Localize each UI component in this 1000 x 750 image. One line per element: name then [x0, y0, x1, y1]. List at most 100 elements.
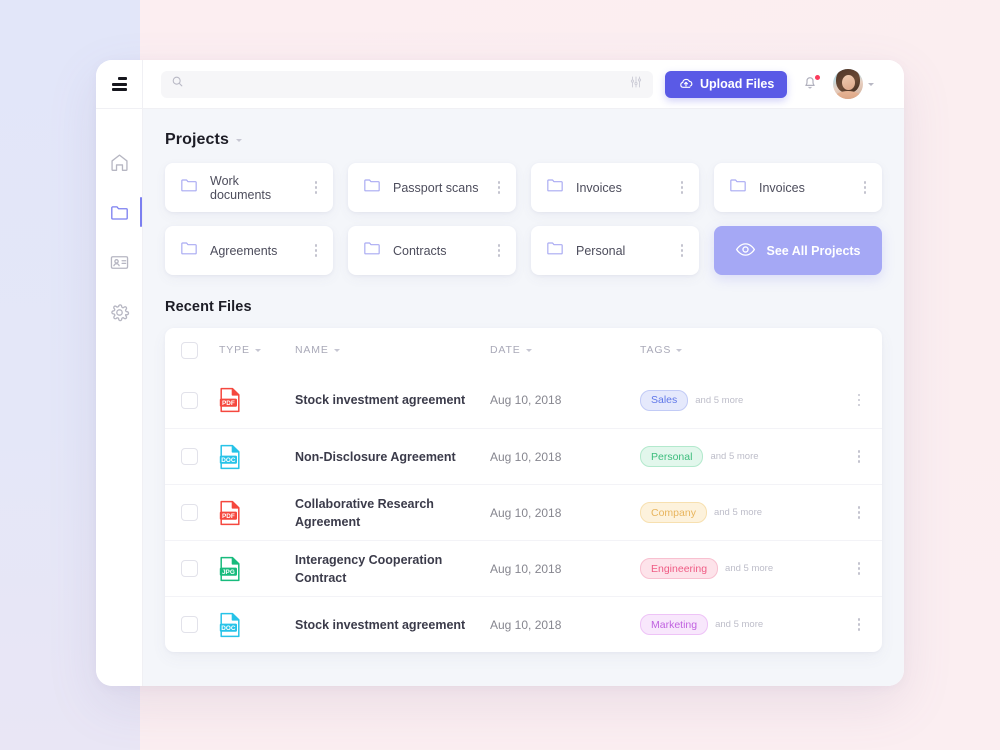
kebab-menu-icon[interactable] — [311, 177, 322, 198]
chevron-down-icon[interactable] — [525, 348, 532, 352]
sidebar-item-settings[interactable] — [96, 287, 142, 337]
upload-files-label: Upload Files — [700, 77, 775, 91]
kebab-menu-icon[interactable] — [854, 558, 865, 579]
row-checkbox[interactable] — [181, 391, 198, 409]
kebab-menu-icon[interactable] — [854, 390, 865, 411]
sidebar-item-home[interactable] — [96, 137, 142, 187]
file-date-cell: Aug 10, 2018 — [490, 391, 640, 409]
folder-icon — [728, 175, 748, 200]
status-badge[interactable]: Marketing — [640, 614, 709, 635]
project-card[interactable]: Personal — [531, 226, 699, 275]
chevron-down-icon[interactable] — [676, 348, 683, 352]
project-card[interactable]: Invoices — [714, 163, 882, 212]
search-input[interactable] — [192, 78, 621, 90]
kebab-menu-icon[interactable] — [854, 614, 865, 635]
column-label: DATE — [490, 344, 521, 356]
column-header-type[interactable]: TYPE — [219, 344, 295, 356]
file-date: Aug 10, 2018 — [490, 505, 562, 520]
status-badge[interactable]: Engineering — [640, 558, 719, 579]
sidebar-logo[interactable] — [96, 60, 142, 109]
table-row[interactable]: PDF Stock investment agreement Aug 10, 2… — [165, 372, 882, 428]
project-card[interactable]: Contracts — [348, 226, 516, 275]
file-type-cell: DOC — [219, 444, 295, 470]
table-row[interactable]: JPG Interagency Cooperation Contract Aug… — [165, 540, 882, 596]
row-select-cell — [181, 560, 219, 577]
select-all-checkbox[interactable] — [181, 341, 198, 359]
id-card-icon — [109, 252, 130, 273]
kebab-menu-icon[interactable] — [860, 177, 871, 198]
recent-files-header: Recent Files — [165, 299, 882, 315]
column-header-name[interactable]: NAME — [295, 344, 490, 356]
avatar[interactable] — [833, 69, 864, 99]
table-row[interactable]: PDF Collaborative Research Agreement Aug… — [165, 484, 882, 540]
file-name: Collaborative Research Agreement — [295, 496, 434, 529]
kebab-menu-icon[interactable] — [854, 446, 865, 467]
sidebar-item-contacts[interactable] — [96, 237, 142, 287]
file-date-cell: Aug 10, 2018 — [490, 560, 640, 578]
project-card-label: Contracts — [393, 243, 447, 258]
hamburger-menu-icon[interactable] — [111, 77, 127, 91]
chevron-down-icon[interactable] — [333, 348, 340, 352]
recent-files-table: TYPE NAME DATE TAGS PDF Stock investment… — [165, 328, 882, 652]
table-row[interactable]: DOC Stock investment agreement Aug 10, 2… — [165, 596, 882, 652]
project-card[interactable]: Passport scans — [348, 163, 516, 212]
tags-more-label: and 5 more — [725, 563, 774, 574]
see-all-projects-label: See All Projects — [766, 243, 861, 258]
upload-files-button[interactable]: Upload Files — [665, 70, 788, 98]
topbar: Upload Files — [143, 60, 904, 109]
row-checkbox[interactable] — [181, 448, 198, 465]
file-tags-cell: Marketing and 5 more — [640, 614, 830, 635]
row-checkbox[interactable] — [181, 616, 198, 633]
column-header-tags[interactable]: TAGS — [640, 344, 830, 356]
row-select-cell — [181, 391, 219, 409]
folder-icon — [362, 238, 382, 263]
table-row[interactable]: DOC Non-Disclosure Agreement Aug 10, 201… — [165, 428, 882, 484]
project-card[interactable]: Invoices — [531, 163, 699, 212]
chevron-down-icon[interactable] — [868, 82, 875, 86]
status-badge[interactable]: Company — [640, 502, 707, 523]
file-pdf-icon: PDF — [219, 387, 240, 413]
folder-icon — [179, 175, 199, 200]
project-card[interactable]: Work documents — [165, 163, 333, 212]
file-name: Stock investment agreement — [295, 393, 466, 407]
kebab-menu-icon[interactable] — [311, 240, 322, 261]
chevron-down-icon[interactable] — [235, 138, 242, 142]
file-name-cell: Stock investment agreement — [295, 391, 490, 409]
content-area: Projects Work documents Passport scans I… — [143, 109, 904, 686]
kebab-menu-icon[interactable] — [677, 240, 688, 261]
notification-badge — [814, 74, 822, 81]
status-badge[interactable]: Personal — [640, 446, 704, 467]
row-checkbox[interactable] — [181, 560, 198, 577]
search-bar[interactable] — [161, 70, 653, 98]
project-card-label: Invoices — [759, 180, 805, 195]
row-actions-cell — [830, 614, 864, 635]
file-name-cell: Non-Disclosure Agreement — [295, 448, 490, 466]
project-card-label: Work documents — [210, 173, 272, 202]
status-badge[interactable]: Sales — [640, 389, 689, 411]
sliders-icon[interactable] — [629, 75, 643, 94]
row-checkbox[interactable] — [181, 504, 198, 521]
kebab-menu-icon[interactable] — [677, 177, 688, 198]
file-date: Aug 10, 2018 — [490, 393, 562, 407]
kebab-menu-icon[interactable] — [494, 177, 505, 198]
sidebar-item-files[interactable] — [96, 187, 142, 237]
project-card-label: Agreements — [210, 243, 278, 258]
svg-text:PDF: PDF — [222, 512, 235, 519]
row-select-cell — [181, 504, 219, 521]
kebab-menu-icon[interactable] — [494, 240, 505, 261]
project-card-label: Invoices — [576, 180, 622, 195]
chevron-down-icon[interactable] — [254, 348, 261, 352]
row-actions-cell — [830, 558, 864, 579]
project-card[interactable]: Agreements — [165, 226, 333, 275]
notifications-button[interactable] — [799, 73, 822, 95]
file-pdf-icon: PDF — [219, 500, 240, 525]
tags-more-label: and 5 more — [715, 619, 764, 630]
user-menu[interactable] — [833, 69, 875, 99]
column-header-date[interactable]: DATE — [490, 344, 640, 356]
tags-more-label: and 5 more — [710, 451, 759, 462]
folder-icon — [545, 175, 565, 200]
kebab-menu-icon[interactable] — [854, 502, 865, 523]
file-tags-cell: Engineering and 5 more — [640, 558, 830, 579]
see-all-projects-button[interactable]: See All Projects — [714, 226, 882, 275]
column-label: TYPE — [219, 344, 250, 356]
